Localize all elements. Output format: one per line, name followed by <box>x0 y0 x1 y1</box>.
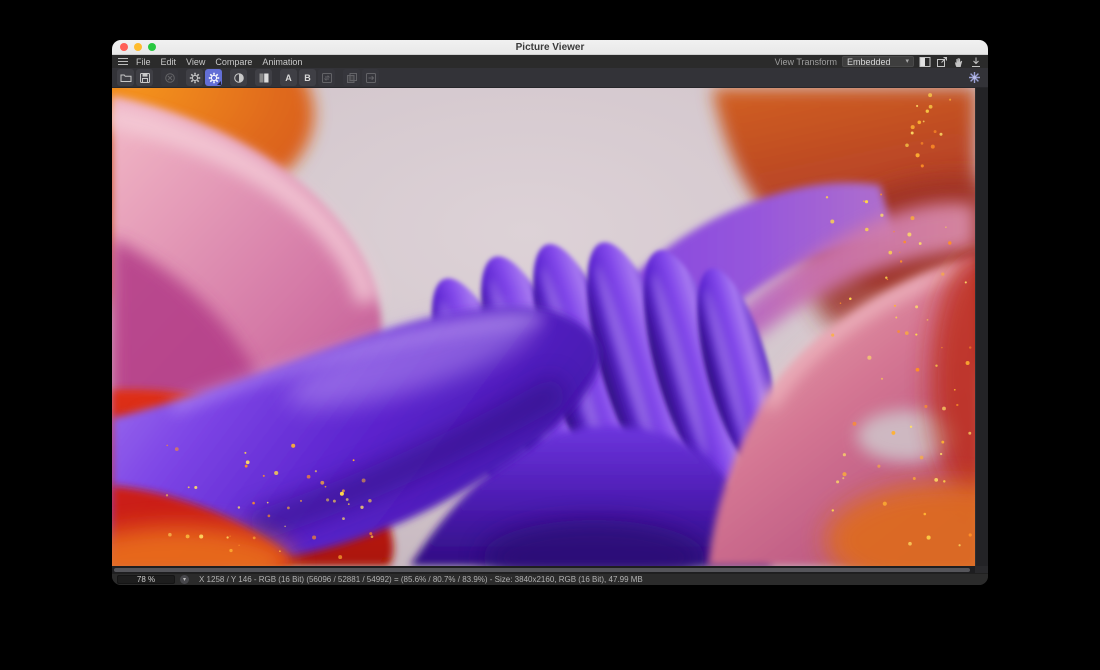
zoom-dropdown-button[interactable]: ▾ <box>180 575 189 584</box>
minimize-button[interactable] <box>134 43 142 51</box>
toolbar: A B <box>112 68 988 88</box>
hamburger-icon[interactable] <box>118 58 128 66</box>
menubar: File Edit View Compare Animation View Tr… <box>112 55 988 68</box>
view-transform-label: View Transform <box>775 57 837 67</box>
view-transform-select[interactable]: Embedded ▾ <box>842 56 914 67</box>
image-canvas[interactable] <box>112 88 988 566</box>
zoom-input[interactable] <box>117 575 175 584</box>
compare-panels-button[interactable] <box>255 69 272 86</box>
set-version-a-button[interactable]: A <box>280 69 297 86</box>
horizontal-scrollbar[interactable] <box>112 566 988 573</box>
menu-file[interactable]: File <box>136 57 151 67</box>
statusbar: ▾ X 1258 / Y 146 - RGB (16 Bit) (56096 /… <box>112 573 988 585</box>
set-version-b-button[interactable]: B <box>299 69 316 86</box>
menu-view[interactable]: View <box>186 57 205 67</box>
scrollbar-corner <box>975 566 988 573</box>
filter-settings-button[interactable] <box>205 69 222 86</box>
menu-compare[interactable]: Compare <box>215 57 252 67</box>
swap-ab-button <box>318 69 335 86</box>
horizontal-scrollbar-thumb[interactable] <box>114 568 970 572</box>
link-button <box>362 69 379 86</box>
copy-button <box>343 69 360 86</box>
close-button[interactable] <box>120 43 128 51</box>
menu-edit[interactable]: Edit <box>161 57 177 67</box>
picture-viewer-window: Picture Viewer File Edit View Compare An… <box>112 40 988 585</box>
artwork-svg <box>112 88 975 566</box>
pan-hand-icon[interactable] <box>953 56 965 68</box>
menu-animation[interactable]: Animation <box>262 57 302 67</box>
download-icon[interactable] <box>970 56 982 68</box>
render-settings-button[interactable] <box>186 69 203 86</box>
open-external-icon[interactable] <box>936 56 948 68</box>
window-title: Picture Viewer <box>516 42 585 53</box>
traffic-lights <box>120 40 156 54</box>
chevron-down-icon: ▾ <box>905 58 909 65</box>
zoom-button[interactable] <box>148 43 156 51</box>
stop-render-button <box>161 69 178 86</box>
split-view-icon[interactable] <box>919 56 931 68</box>
save-button[interactable] <box>136 69 153 86</box>
color-profile-icon[interactable] <box>966 69 983 86</box>
titlebar[interactable]: Picture Viewer <box>112 40 988 55</box>
view-transform-value: Embedded <box>847 57 905 67</box>
rendered-image[interactable] <box>112 88 975 566</box>
vertical-scrollbar[interactable] <box>975 88 988 566</box>
open-button[interactable] <box>117 69 134 86</box>
pixel-info: X 1258 / Y 146 - RGB (16 Bit) (56096 / 5… <box>199 575 643 584</box>
contrast-button[interactable] <box>230 69 247 86</box>
